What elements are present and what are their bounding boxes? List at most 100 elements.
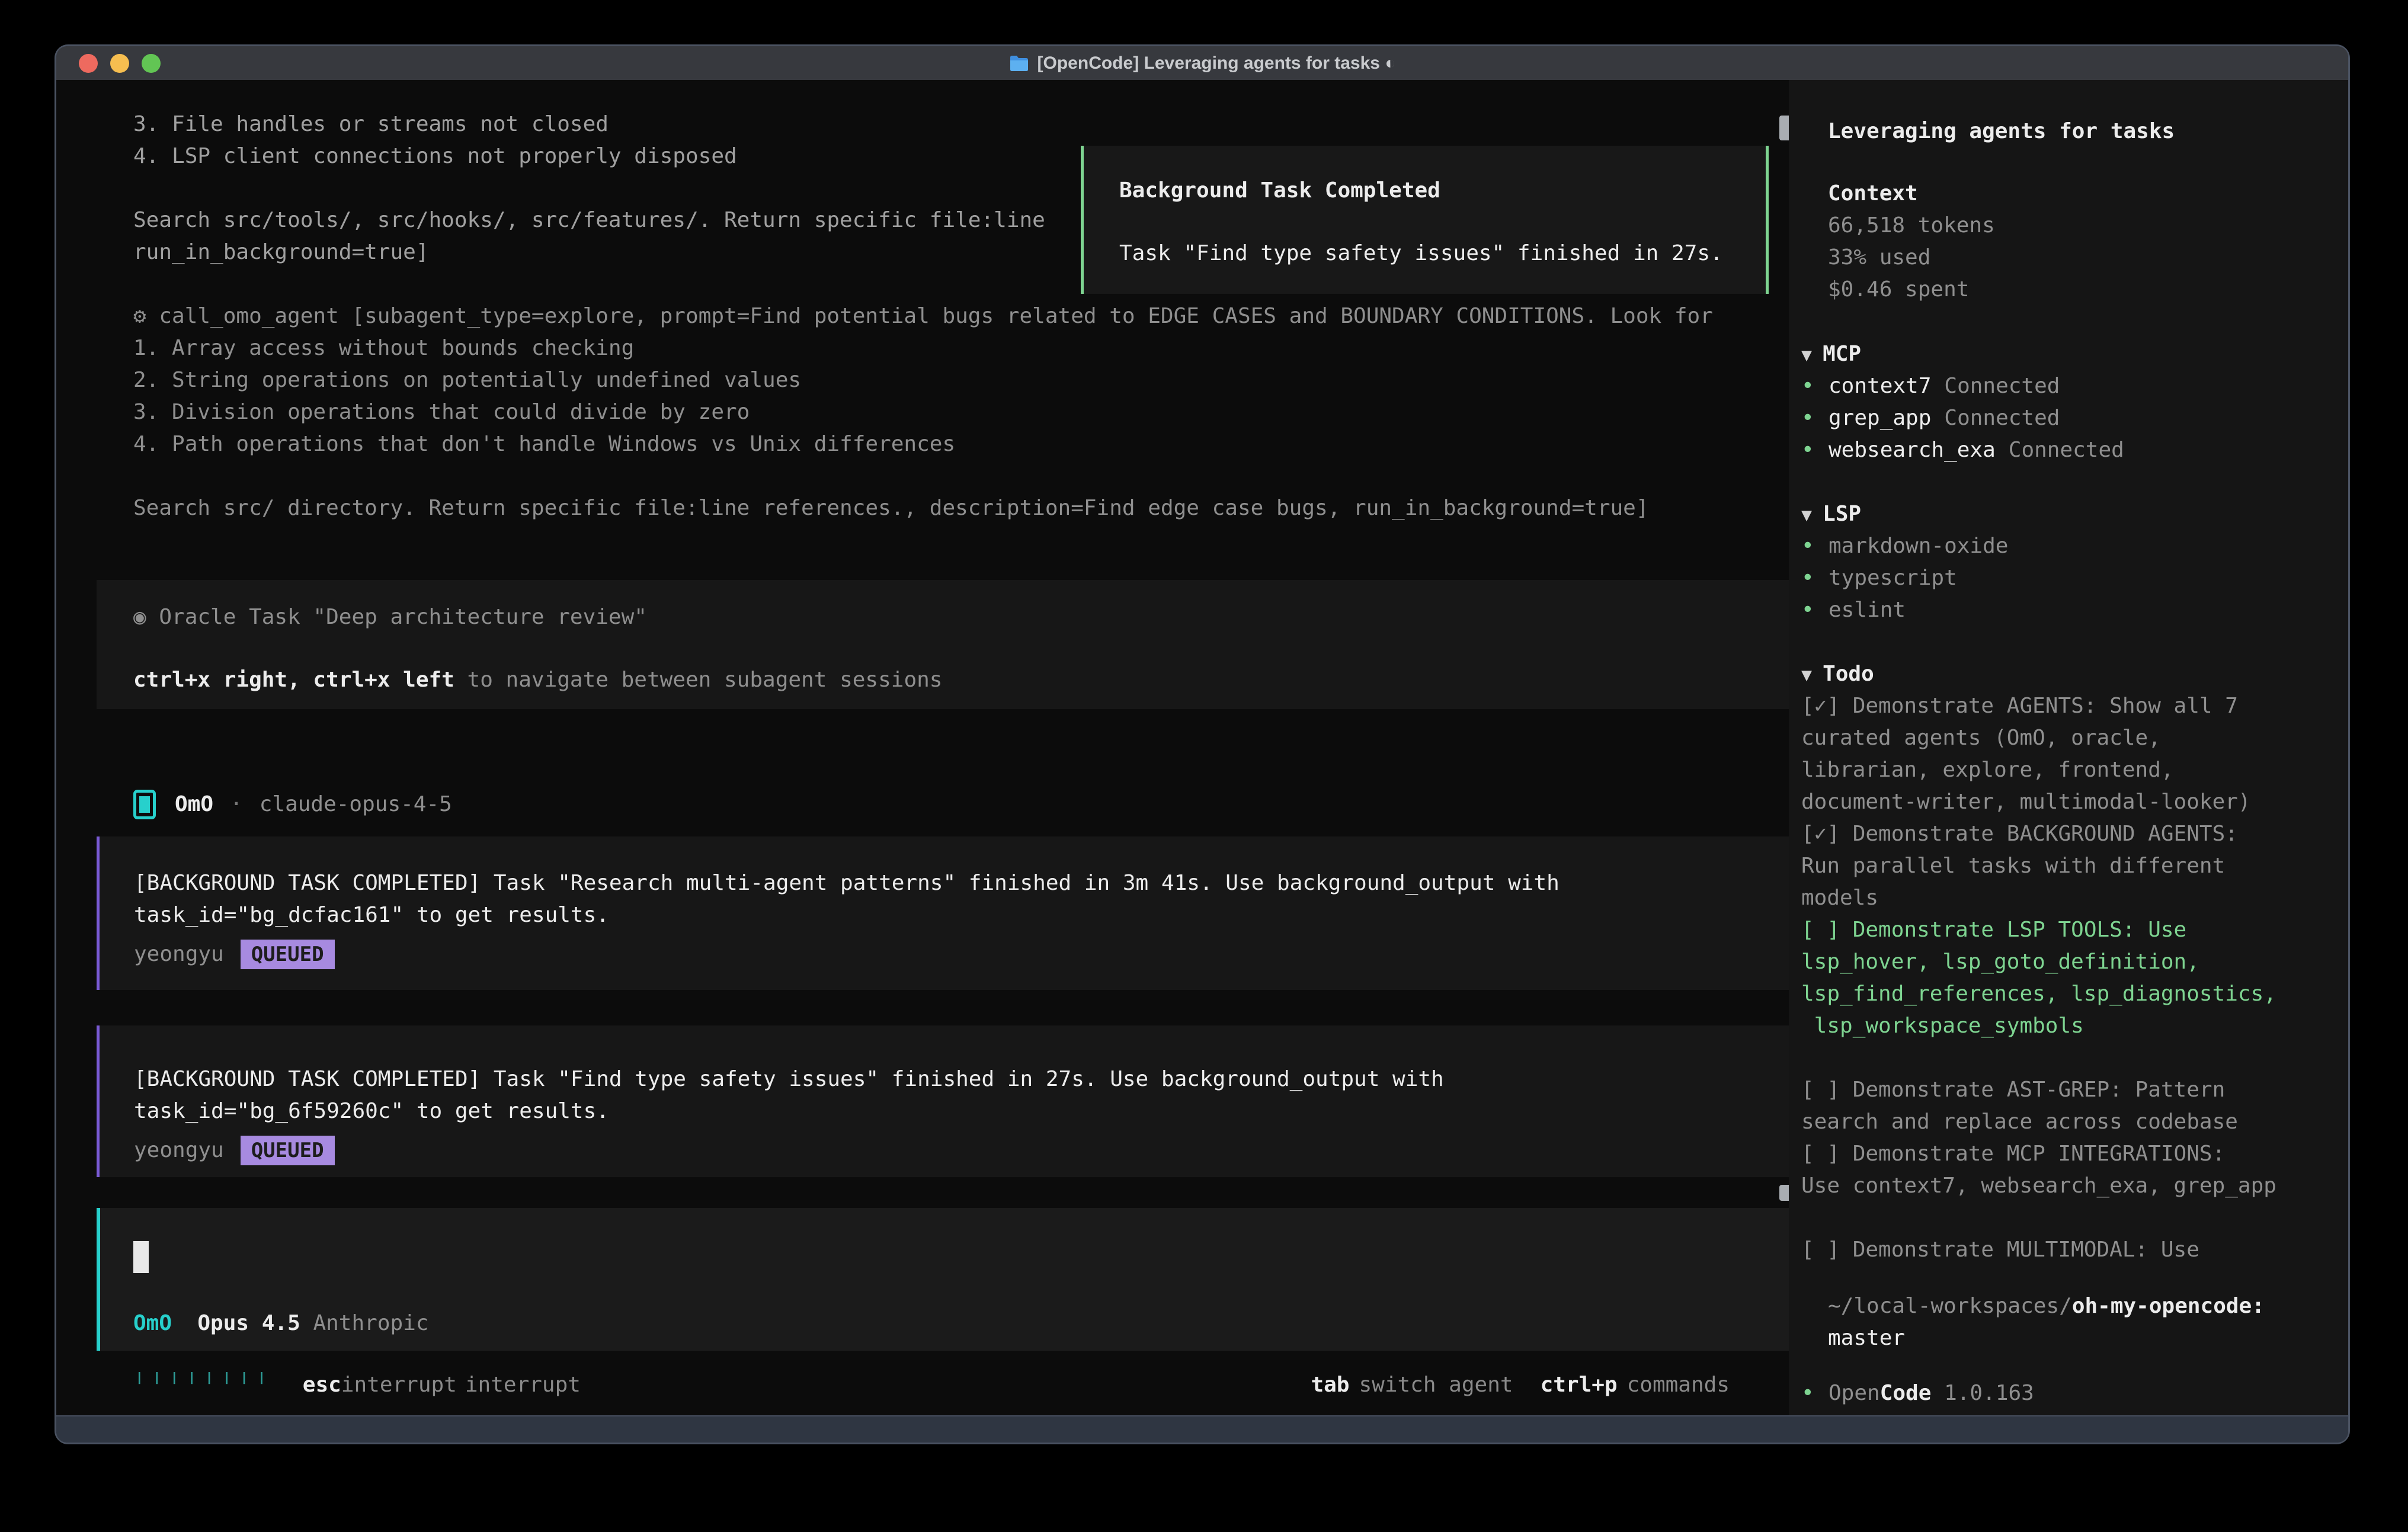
- todo-item-pending: search and replace across codebase: [1801, 1106, 2276, 1138]
- todo-item-pending: [ ] Demonstrate AST-GREP: Pattern: [1801, 1074, 2276, 1106]
- todo-item-active: lsp_workspace_symbols: [1801, 1010, 2276, 1042]
- todo-item-active: [ ] Demonstrate LSP TOOLS: Use: [1801, 914, 2276, 946]
- esc-key-label: interrupt: [341, 1373, 457, 1397]
- bullet-icon: •: [1801, 434, 1829, 466]
- scrollback-line: 2. String operations on potentially unde…: [133, 364, 1713, 396]
- agent-name: OmO: [175, 789, 213, 821]
- chevron-down-icon: ▼: [1801, 665, 1812, 685]
- input-agent-name: OmO: [133, 1307, 172, 1339]
- bullet-icon: •: [1801, 530, 1829, 562]
- todo-item-done: Run parallel tasks with different: [1801, 850, 2276, 882]
- git-branch: master: [1828, 1322, 2265, 1354]
- todo-item-active: lsp_hover, lsp_goto_definition,: [1801, 946, 2276, 978]
- mcp-heading[interactable]: ▼MCP: [1801, 338, 2124, 370]
- lsp-item: •typescript: [1801, 562, 2008, 594]
- workspace-path: ~/local-workspaces/oh-my-opencode: maste…: [1828, 1290, 2265, 1354]
- context-heading: Context: [1828, 178, 1995, 210]
- bullet-icon: •: [1801, 562, 1829, 594]
- scrollback-line: 4. Path operations that don't handle Win…: [133, 428, 1713, 460]
- mcp-item: •grep_appConnected: [1801, 402, 2124, 434]
- zoom-button[interactable]: [142, 54, 161, 73]
- folder-icon: [1009, 55, 1029, 72]
- todo-item-done: [✓] Demonstrate BACKGROUND AGENTS:: [1801, 818, 2276, 850]
- close-button[interactable]: [79, 54, 98, 73]
- traffic-lights: [79, 46, 161, 80]
- bullet-icon: •: [1801, 402, 1829, 434]
- omo-agent-icon: [133, 790, 156, 819]
- oracle-task-panel: ◉ Oracle Task "Deep architecture review"…: [97, 580, 1830, 709]
- context-spent: $0.46 spent: [1828, 274, 1995, 306]
- todo-item-active: lsp_find_references, lsp_diagnostics,: [1801, 978, 2276, 1010]
- chevron-down-icon: ▼: [1801, 505, 1812, 525]
- session-sidebar: Leveraging agents for tasks Context 66,5…: [1789, 80, 2348, 1415]
- app-version: 1.0.163: [1931, 1377, 2034, 1409]
- workspace-dir: ~/local-workspaces/: [1828, 1294, 2072, 1318]
- tab-key-hint: tab: [1311, 1373, 1349, 1397]
- todo-item-done: models: [1801, 882, 2276, 914]
- bullet-icon: •: [1801, 370, 1829, 402]
- todo-item-done: librarian, explore, frontend,: [1801, 754, 2276, 786]
- lsp-item: •markdown-oxide: [1801, 530, 2008, 562]
- ctrlp-key-hint: ctrl+p: [1541, 1373, 1618, 1397]
- todo-item-done: curated agents (OmO, oracle,: [1801, 722, 2276, 754]
- todo-section: ▼Todo [✓] Demonstrate AGENTS: Show all 7…: [1801, 658, 2276, 1266]
- app-name-bold: Code: [1880, 1377, 1932, 1409]
- agent-header: OmO · claude-opus-4-5: [133, 789, 452, 821]
- scrollback-line: 3. Division operations that could divide…: [133, 396, 1713, 428]
- todo-item-done: document-writer, multimodal-looker): [1801, 786, 2276, 818]
- bg-task-line1: [BACKGROUND TASK COMPLETED] Task "Find t…: [134, 1063, 1830, 1095]
- status-bar: ╵╵╵╵╵╵╵╵ esc interrupt interrupt tab swi…: [133, 1371, 1730, 1398]
- scrollback-line: 3. File handles or streams not closed: [133, 108, 1713, 140]
- tool-call-line: ⚙ call_omo_agent [subagent_type=explore,…: [133, 300, 1713, 332]
- spinner-dots: ╵╵╵╵╵╵╵╵: [133, 1373, 273, 1396]
- ctrlp-action: commands: [1627, 1373, 1730, 1397]
- window-bottom-edge: [56, 1415, 2348, 1443]
- background-task-toast: Background Task Completed Task "Find typ…: [1081, 146, 1769, 294]
- hint-text: to navigate between subagent sessions: [454, 668, 943, 692]
- titlebar: [OpenCode] Leveraging agents for tasks ◐: [56, 46, 2348, 80]
- bullet-icon: •: [1801, 1377, 1829, 1409]
- separator-dot: ·: [213, 789, 260, 821]
- lsp-item: •eslint: [1801, 594, 2008, 626]
- mcp-section: ▼MCP •context7Connected •grep_appConnect…: [1801, 338, 2124, 466]
- context-tokens: 66,518 tokens: [1828, 210, 1995, 242]
- todo-item-done: [✓] Demonstrate AGENTS: Show all 7: [1801, 690, 2276, 722]
- context-used: 33% used: [1828, 242, 1995, 274]
- lsp-section: ▼LSP •markdown-oxide •typescript •eslint: [1801, 498, 2008, 626]
- chevron-down-icon: ▼: [1801, 345, 1812, 366]
- lsp-heading[interactable]: ▼LSP: [1801, 498, 2008, 530]
- input-model-name: Opus 4.5: [172, 1307, 313, 1339]
- bullet-icon: •: [1801, 594, 1829, 626]
- terminal-window: [OpenCode] Leveraging agents for tasks ◐…: [56, 46, 2348, 1443]
- workspace-repo: oh-my-opencode:: [2072, 1294, 2265, 1318]
- session-title: Leveraging agents for tasks: [1828, 116, 2175, 148]
- version-line: •OpenCode 1.0.163: [1801, 1377, 2034, 1409]
- mcp-item: •context7Connected: [1801, 370, 2124, 402]
- prompt-input[interactable]: OmO Opus 4.5 Anthropic: [97, 1208, 1830, 1351]
- scrollback-line: 1. Array access without bounds checking: [133, 332, 1713, 364]
- window-title: [OpenCode] Leveraging agents for tasks ◐: [1038, 53, 1396, 73]
- esc-action: interrupt: [465, 1373, 581, 1397]
- text-cursor: [133, 1241, 149, 1273]
- toast-body: Task "Find type safety issues" finished …: [1119, 238, 1766, 270]
- scrollback-line: [133, 460, 1713, 492]
- bg-task-line1: [BACKGROUND TASK COMPLETED] Task "Resear…: [134, 867, 1830, 899]
- oracle-task-title: ◉ Oracle Task "Deep architecture review": [133, 601, 1830, 633]
- esc-key-hint: esc: [303, 1373, 341, 1397]
- app-name-dim: Open: [1829, 1377, 1880, 1409]
- background-task-panel: [BACKGROUND TASK COMPLETED] Task "Resear…: [97, 836, 1830, 990]
- mcp-item: •websearch_exaConnected: [1801, 434, 2124, 466]
- hint-keys: ctrl+x right, ctrl+x left: [133, 668, 454, 692]
- bg-task-user: yeongyu: [134, 938, 224, 970]
- todo-item-pending: Use context7, websearch_exa, grep_app: [1801, 1170, 2276, 1202]
- scrollback-line: Search src/ directory. Return specific f…: [133, 492, 1713, 524]
- todo-item-pending: [ ] Demonstrate MCP INTEGRATIONS:: [1801, 1138, 2276, 1170]
- context-section: Context 66,518 tokens 33% used $0.46 spe…: [1828, 178, 1995, 306]
- background-task-panel: [BACKGROUND TASK COMPLETED] Task "Find t…: [97, 1025, 1830, 1177]
- minimize-button[interactable]: [110, 54, 129, 73]
- toast-title: Background Task Completed: [1119, 175, 1766, 207]
- todo-item-pending: [ ] Demonstrate MULTIMODAL: Use: [1801, 1234, 2276, 1266]
- bg-task-line2: task_id="bg_6f59260c" to get results.: [134, 1095, 1830, 1127]
- chat-scrollback-area: 3. File handles or streams not closed 4.…: [56, 80, 1789, 1415]
- todo-heading[interactable]: ▼Todo: [1801, 658, 2276, 690]
